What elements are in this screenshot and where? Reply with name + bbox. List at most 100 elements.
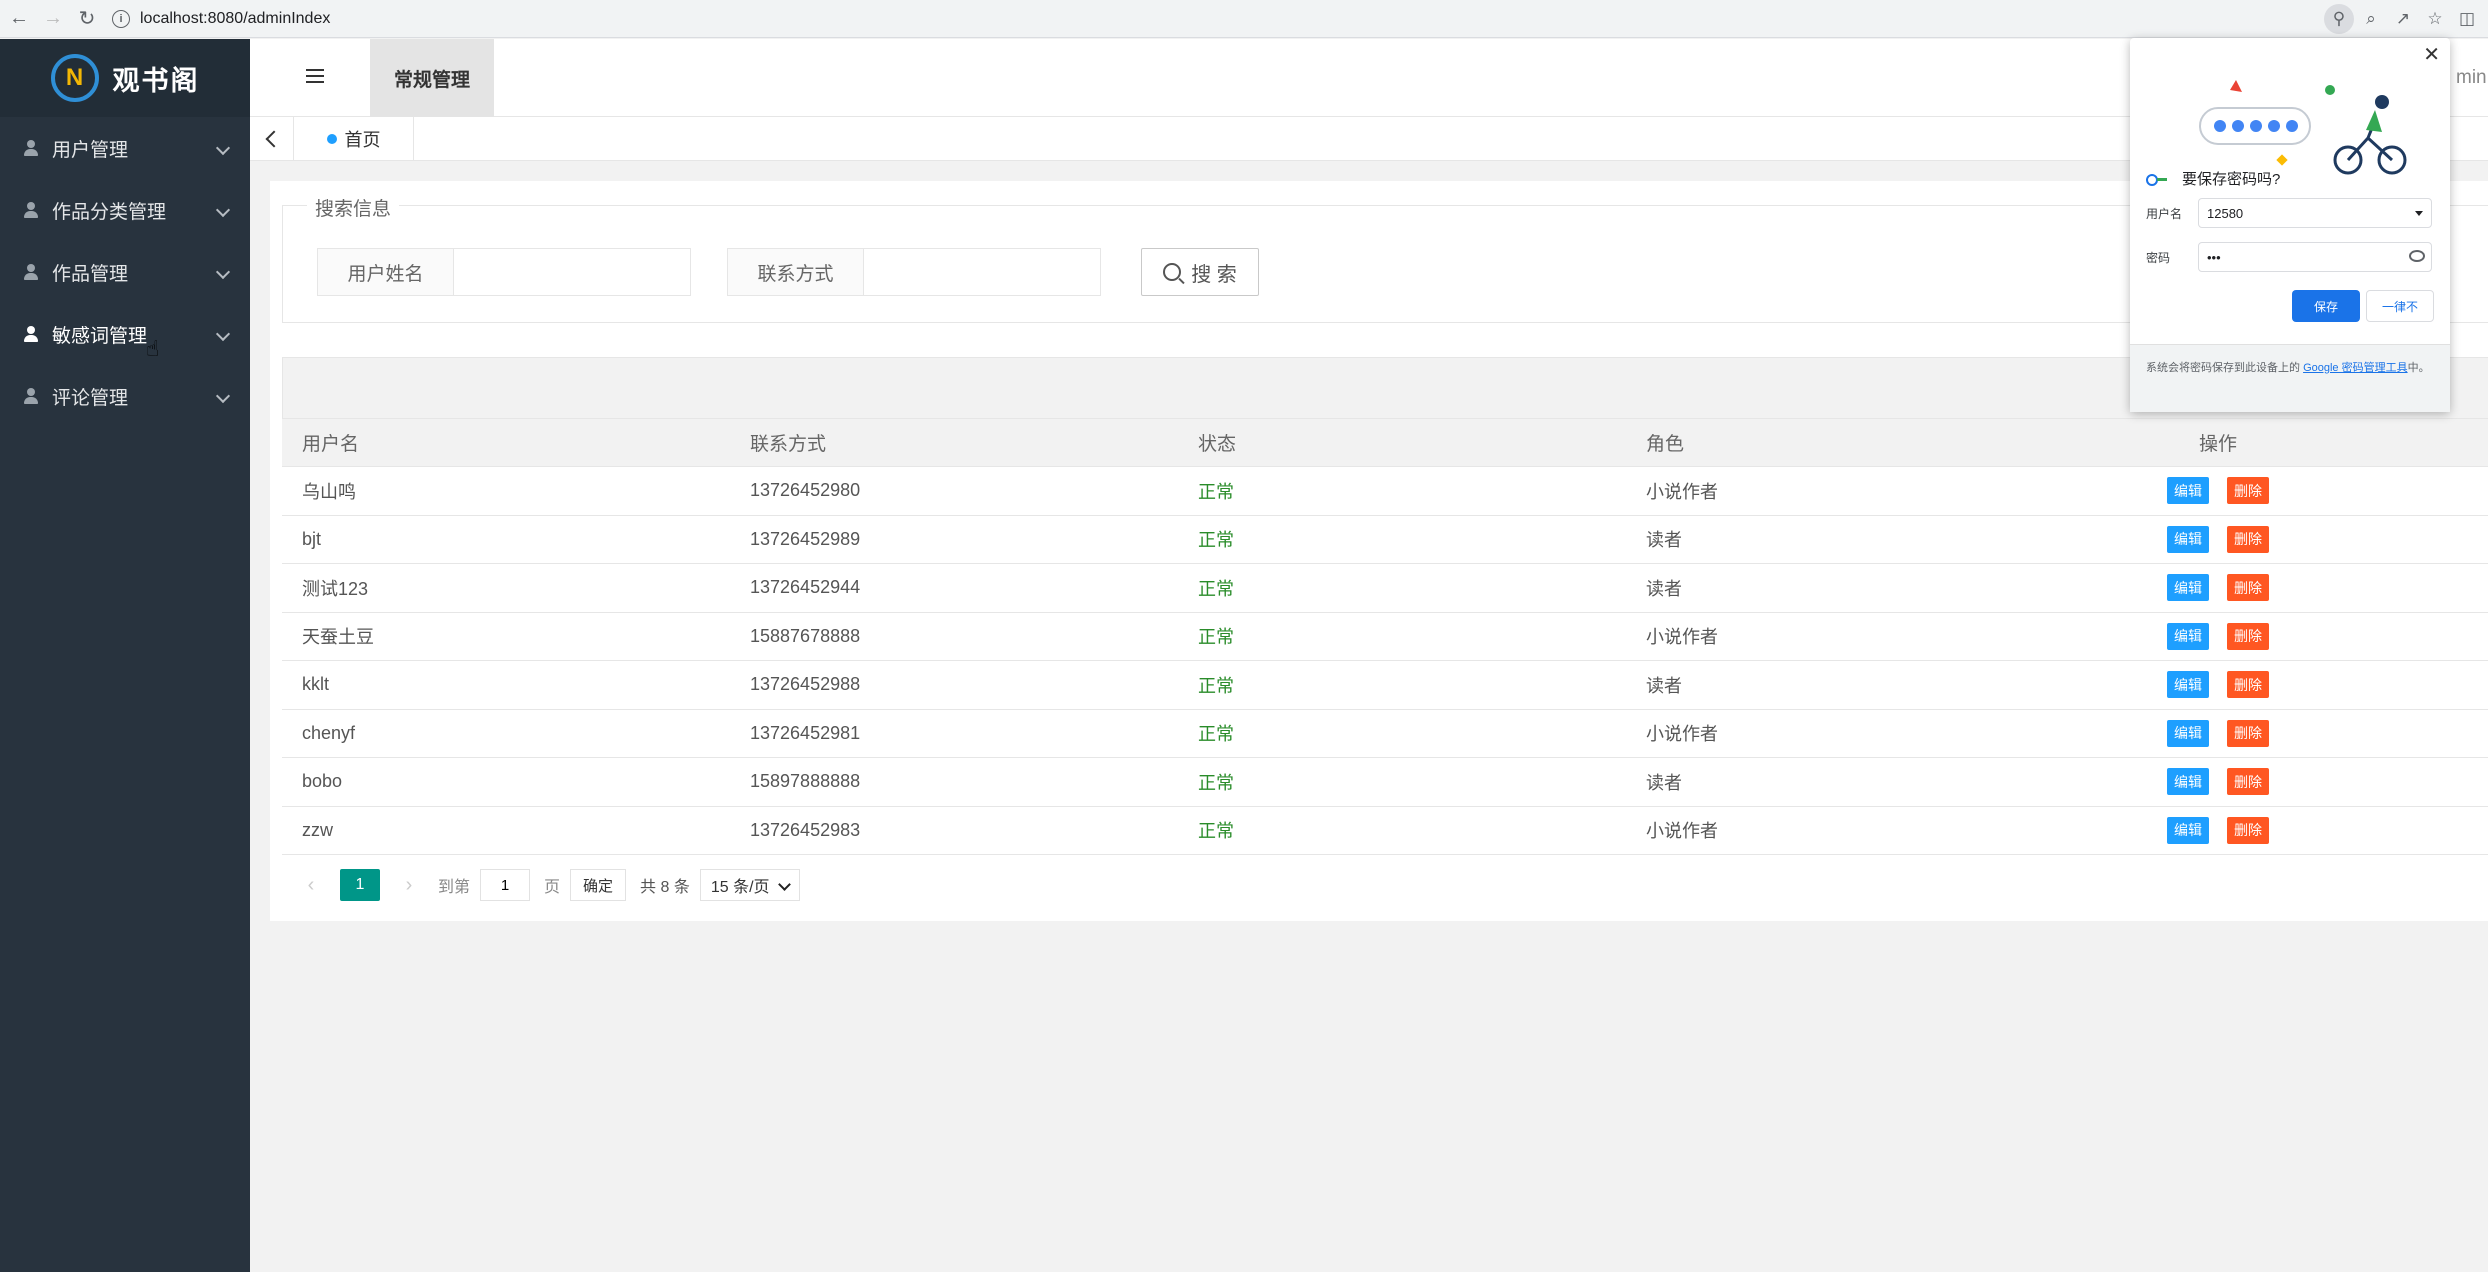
page-size-select[interactable]: 15 条/页	[699, 869, 800, 901]
browser-toolbar: ← → ↻ i localhost:8080/adminIndex ⚲ ⌕ ↗ …	[0, 0, 2488, 38]
dropdown-arrow-icon[interactable]	[2415, 211, 2423, 216]
cell-username: 乌山鸣	[302, 481, 356, 502]
delete-button[interactable]: 删除	[2227, 816, 2269, 844]
delete-button[interactable]: 删除	[2227, 622, 2269, 650]
sidebar-item-label: 作品管理	[52, 263, 129, 285]
user-icon	[24, 388, 38, 404]
popup-password-field[interactable]: •••	[2198, 242, 2432, 272]
popup-title-text: 要保存密码吗?	[2182, 171, 2281, 188]
sidebar-item-label: 用户管理	[52, 139, 129, 161]
cell-username: 测试123	[302, 578, 369, 599]
cell-actions: 编辑 删除	[2138, 525, 2298, 553]
cell-username: zzw	[302, 819, 333, 840]
search-button-label: 搜 索	[1191, 263, 1237, 286]
chevron-down-icon	[215, 264, 231, 280]
site-info-icon[interactable]: i	[112, 9, 130, 28]
edit-button[interactable]: 编辑	[2167, 525, 2209, 553]
share-icon[interactable]: ↗	[2388, 4, 2418, 34]
side-panel-icon[interactable]: ◫	[2452, 4, 2482, 34]
search-button[interactable]: 搜 索	[1141, 248, 1259, 296]
sidebar-item-comment-management[interactable]: 评论管理	[0, 365, 250, 427]
table-row: chenyf 13726452981 正常 小说作者 编辑 删除	[282, 709, 2488, 758]
cell-role: 小说作者	[1646, 627, 1718, 648]
sidebar-item-user-management[interactable]: 用户管理	[0, 117, 250, 179]
edit-button[interactable]: 编辑	[2167, 622, 2209, 650]
goto-page-input[interactable]	[480, 869, 531, 901]
sidebar-item-sensitive-words[interactable]: 敏感词管理	[0, 303, 250, 365]
show-password-eye-icon[interactable]	[2409, 250, 2425, 262]
popup-username-field[interactable]: 12580	[2198, 198, 2432, 228]
menu-toggle-icon[interactable]	[306, 69, 324, 87]
next-page-icon[interactable]: ›	[398, 870, 420, 900]
table-row: bjt 13726452989 正常 读者 编辑 删除	[282, 515, 2488, 564]
username-input[interactable]	[454, 249, 690, 295]
cell-role: 读者	[1646, 675, 1682, 696]
sidebar-item-category-management[interactable]: 作品分类管理	[0, 179, 250, 241]
prev-page-icon[interactable]: ‹	[300, 870, 322, 900]
popup-footer-end: 中。	[2407, 362, 2430, 374]
sidebar-item-label: 作品分类管理	[52, 201, 167, 223]
delete-button[interactable]: 删除	[2227, 768, 2269, 796]
delete-button[interactable]: 删除	[2227, 574, 2269, 602]
popup-footer-text: 系统会将密码保存到此设备上的	[2146, 362, 2304, 374]
cell-username: bjt	[302, 528, 322, 549]
edit-button[interactable]: 编辑	[2167, 719, 2209, 747]
user-icon	[24, 202, 38, 218]
cell-username: chenyf	[302, 722, 356, 743]
tab-general-management[interactable]: 常规管理	[370, 39, 494, 117]
bookmark-star-icon[interactable]: ☆	[2420, 4, 2450, 34]
edit-button[interactable]: 编辑	[2167, 816, 2209, 844]
edit-button[interactable]: 编辑	[2167, 477, 2209, 505]
zoom-icon[interactable]: ⌕	[2356, 4, 2386, 34]
column-header: 状态	[1198, 434, 1237, 455]
logo[interactable]: N 观书阁	[0, 39, 250, 117]
delete-button[interactable]: 删除	[2227, 671, 2269, 699]
table-body: 乌山鸣 13726452980 正常 小说作者 编辑 删除 bjt 13726452989 正常…	[282, 467, 2488, 855]
column-header: 操作	[2198, 434, 2237, 455]
password-manager-link[interactable]: Google 密码管理工具	[2303, 362, 2408, 374]
page-unit-label: 页	[544, 879, 561, 896]
search-legend: 搜索信息	[307, 194, 400, 221]
tab-home[interactable]: 首页	[294, 117, 414, 161]
edit-button[interactable]: 编辑	[2167, 768, 2209, 796]
user-icon	[24, 264, 38, 280]
popup-username-value: 12580	[2207, 205, 2244, 221]
cell-status: 正常	[1198, 821, 1234, 842]
popup-footer: 系统会将密码保存到此设备上的 Google 密码管理工具中。	[2130, 344, 2450, 412]
popup-username-row: 用户名 12580	[2146, 198, 2432, 228]
reload-icon[interactable]: ↻	[72, 4, 102, 34]
popup-password-row: 密码 •••	[2146, 242, 2432, 272]
table-header: 用户名 联系方式 状态 角色 操作	[282, 419, 2488, 467]
contact-input[interactable]	[864, 249, 1100, 295]
delete-button[interactable]: 删除	[2227, 477, 2269, 505]
username-label: 用户姓名	[318, 249, 454, 295]
table-row: 测试123 13726452944 正常 读者 编辑 删除	[282, 564, 2488, 613]
address-bar[interactable]: i localhost:8080/adminIndex	[112, 5, 330, 33]
table-row: kklt 13726452988 正常 读者 编辑 删除	[282, 661, 2488, 710]
current-page[interactable]: 1	[340, 869, 380, 901]
close-icon[interactable]: ✕	[2423, 42, 2440, 67]
edit-button[interactable]: 编辑	[2167, 671, 2209, 699]
cell-role: 小说作者	[1646, 481, 1718, 502]
delete-button[interactable]: 删除	[2227, 525, 2269, 553]
back-icon[interactable]: ←	[4, 4, 34, 34]
delete-button[interactable]: 删除	[2227, 719, 2269, 747]
column-header: 联系方式	[750, 434, 827, 455]
logo-icon: N	[50, 54, 99, 102]
edit-button[interactable]: 编辑	[2167, 574, 2209, 602]
cell-contact: 13726452983	[750, 819, 861, 840]
column-header: 用户名	[302, 434, 360, 455]
save-password-button[interactable]: 保存	[2292, 290, 2360, 322]
never-save-button[interactable]: 一律不	[2366, 290, 2434, 322]
cell-actions: 编辑 删除	[2138, 816, 2298, 844]
goto-confirm-button[interactable]: 确定	[570, 869, 627, 901]
sidebar: N 观书阁 用户管理 作品分类管理 作品管理 敏感词管理 评论管理	[0, 39, 250, 1272]
tab-scroll-left-icon[interactable]	[250, 117, 294, 161]
table-row: bobo 15897888888 正常 读者 编辑 删除	[282, 758, 2488, 807]
cell-contact: 13726452981	[750, 722, 861, 743]
sidebar-item-label: 评论管理	[52, 387, 129, 409]
sidebar-item-works-management[interactable]: 作品管理	[0, 241, 250, 303]
admin-user-text[interactable]: min	[2456, 67, 2487, 89]
forward-icon[interactable]: →	[38, 4, 68, 34]
password-key-icon[interactable]: ⚲	[2324, 4, 2354, 34]
